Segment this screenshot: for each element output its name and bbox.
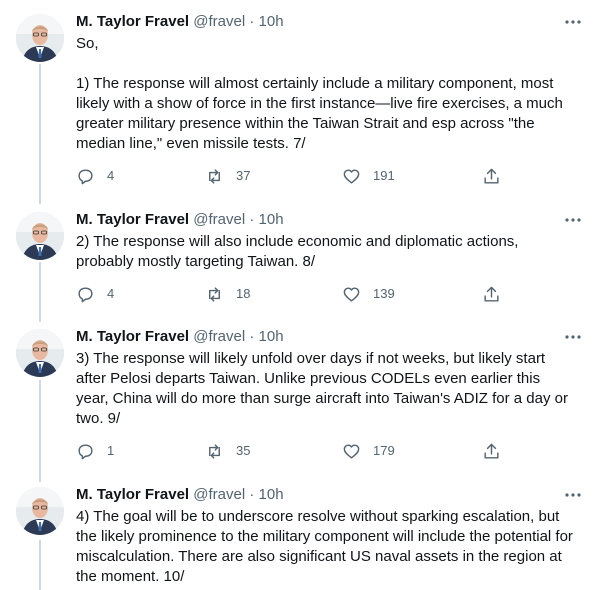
separator-dot: · xyxy=(249,211,255,228)
separator-dot: · xyxy=(249,486,255,503)
share-button[interactable] xyxy=(482,441,513,461)
tweet-text: So, 1) The response will almost certainl… xyxy=(76,35,563,152)
share-button[interactable] xyxy=(482,284,513,304)
timestamp[interactable]: 10h xyxy=(259,13,284,30)
retweet-icon xyxy=(209,286,220,302)
tweet-header: M. Taylor Fravel @fravel · 10h xyxy=(76,327,284,347)
author-handle[interactable]: @fravel xyxy=(193,13,245,30)
retweet-count: 37 xyxy=(236,168,251,183)
avatar[interactable] xyxy=(16,329,64,377)
reply-count: 1 xyxy=(107,443,115,458)
retweet-button[interactable]: 37 xyxy=(205,166,250,186)
tweet-actions: 4 18 139 xyxy=(76,284,516,304)
like-count: 179 xyxy=(373,443,395,458)
like-button[interactable]: 179 xyxy=(342,441,395,461)
reply-icon xyxy=(78,286,93,302)
tweet-thread: M. Taylor Fravel @fravel · 10h So, 1) Th… xyxy=(0,0,598,590)
share-icon xyxy=(484,168,499,184)
avatar-image xyxy=(16,329,64,377)
tweet-text: 4) The goal will be to underscore resolv… xyxy=(76,508,578,585)
author-name[interactable]: M. Taylor Fravel xyxy=(76,13,189,30)
timestamp[interactable]: 10h xyxy=(259,328,284,345)
like-count: 191 xyxy=(373,168,395,183)
retweet-count: 18 xyxy=(236,286,251,301)
tweet-header: M. Taylor Fravel @fravel · 10h xyxy=(76,485,284,505)
reply-icon xyxy=(78,443,93,459)
timestamp[interactable]: 10h xyxy=(259,211,284,228)
avatar[interactable] xyxy=(16,487,64,535)
reply-button[interactable]: 1 xyxy=(76,441,114,461)
tweet-actions: 1 35 179 xyxy=(76,441,516,461)
avatar-image xyxy=(16,14,64,62)
more-icon[interactable] xyxy=(563,212,583,228)
avatar-image xyxy=(16,212,64,260)
share-button[interactable] xyxy=(482,166,513,186)
avatar-image xyxy=(16,487,64,535)
reply-count: 4 xyxy=(107,286,115,301)
retweet-count: 35 xyxy=(236,443,251,458)
like-count: 139 xyxy=(373,286,395,301)
retweet-icon xyxy=(209,168,220,184)
like-button[interactable]: 191 xyxy=(342,166,395,186)
tweet-text: 2) The response will also include econom… xyxy=(76,233,523,270)
heart-icon xyxy=(343,168,360,184)
retweet-button[interactable]: 18 xyxy=(205,284,250,304)
avatar[interactable] xyxy=(16,212,64,260)
reply-icon xyxy=(78,168,93,184)
tweet-text: 3) The response will likely unfold over … xyxy=(76,350,573,427)
separator-dot: · xyxy=(249,13,255,30)
author-handle[interactable]: @fravel xyxy=(193,211,245,228)
tweet[interactable]: M. Taylor Fravel @fravel · 10h 4) The go… xyxy=(0,485,598,590)
heart-icon xyxy=(343,443,360,459)
more-icon[interactable] xyxy=(563,14,583,30)
avatar[interactable] xyxy=(16,14,64,62)
heart-icon xyxy=(343,286,360,302)
tweet[interactable]: M. Taylor Fravel @fravel · 10h 2) The re… xyxy=(0,210,598,310)
author-handle[interactable]: @fravel xyxy=(193,328,245,345)
retweet-icon xyxy=(209,443,220,459)
timestamp[interactable]: 10h xyxy=(259,486,284,503)
author-name[interactable]: M. Taylor Fravel xyxy=(76,486,189,503)
author-handle[interactable]: @fravel xyxy=(193,486,245,503)
retweet-button[interactable]: 35 xyxy=(205,441,250,461)
author-name[interactable]: M. Taylor Fravel xyxy=(76,211,189,228)
author-name[interactable]: M. Taylor Fravel xyxy=(76,328,189,345)
tweet-header: M. Taylor Fravel @fravel · 10h xyxy=(76,12,284,32)
share-icon xyxy=(484,286,499,302)
more-icon[interactable] xyxy=(563,329,583,345)
separator-dot: · xyxy=(249,328,255,345)
tweet[interactable]: M. Taylor Fravel @fravel · 10h 3) The re… xyxy=(0,327,598,477)
tweet[interactable]: M. Taylor Fravel @fravel · 10h So, 1) Th… xyxy=(0,12,598,192)
like-button[interactable]: 139 xyxy=(342,284,395,304)
share-icon xyxy=(484,443,499,459)
tweet-header: M. Taylor Fravel @fravel · 10h xyxy=(76,210,284,230)
more-icon[interactable] xyxy=(563,487,583,503)
reply-button[interactable]: 4 xyxy=(76,284,114,304)
reply-count: 4 xyxy=(107,168,115,183)
tweet-actions: 4 37 191 xyxy=(76,166,516,186)
reply-button[interactable]: 4 xyxy=(76,166,114,186)
